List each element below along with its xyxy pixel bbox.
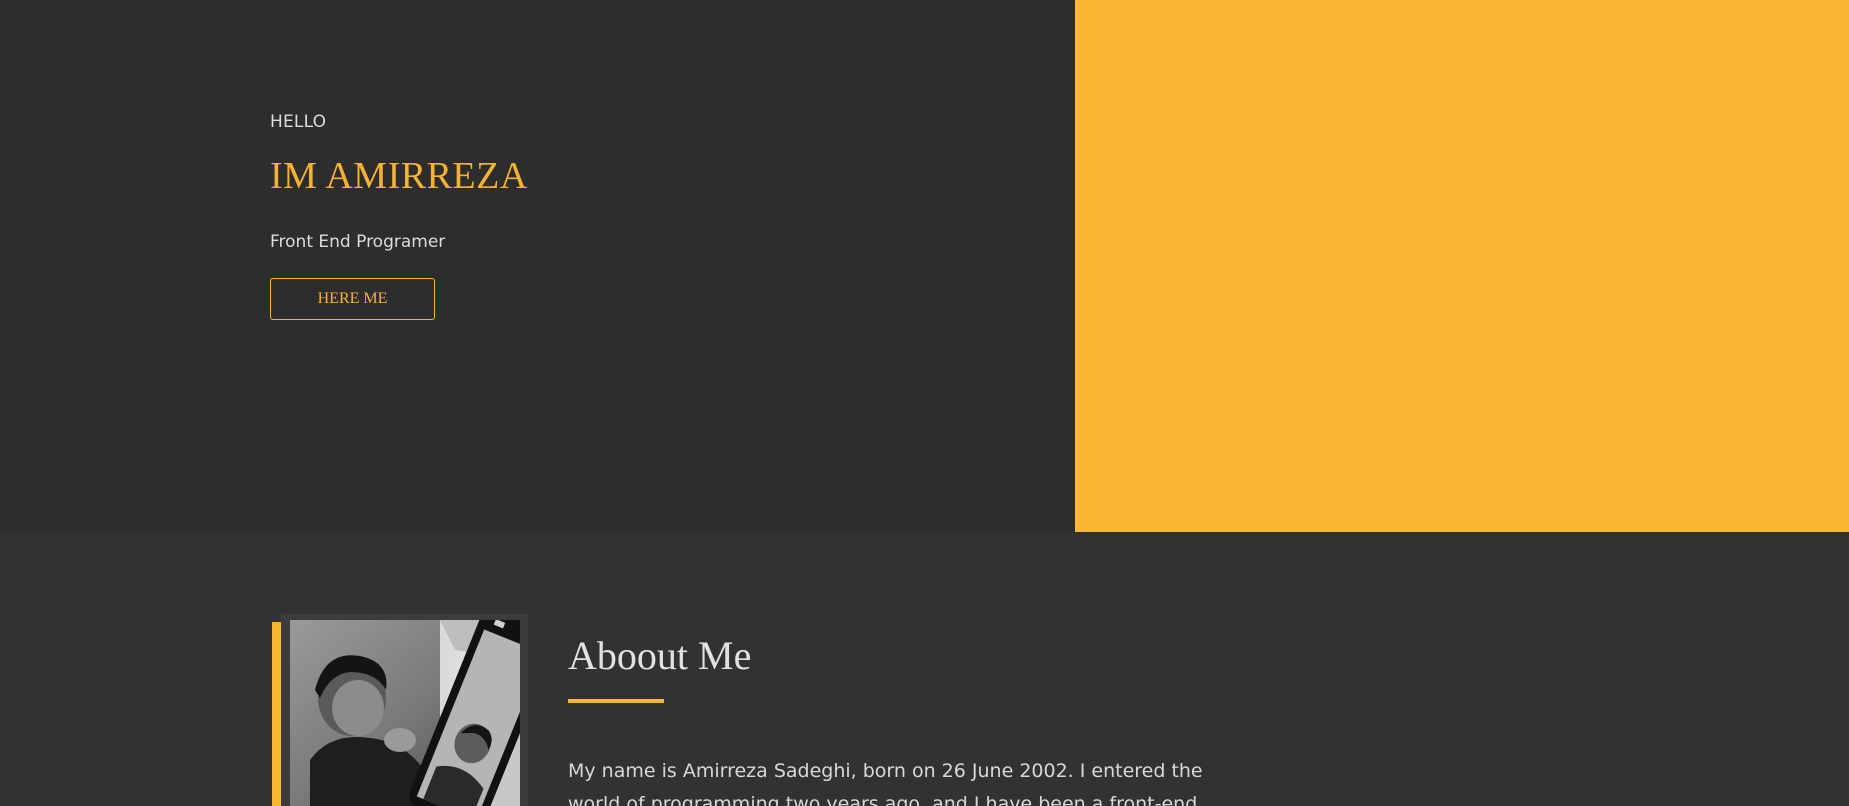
about-text: Aboout Me My name is Amirreza Sadeghi, b… <box>568 632 1228 806</box>
hero-name: IM AMIRREZA <box>270 155 528 197</box>
profile-photo <box>290 620 520 806</box>
hero-content: HELLO IM AMIRREZA Front End Programer HE… <box>270 112 528 320</box>
hero-greeting: HELLO <box>270 112 327 132</box>
about-title: Aboout Me <box>568 633 752 678</box>
about-body: My name is Amirreza Sadeghi, born on 26 … <box>568 760 1203 806</box>
photo-accent-bar <box>272 622 281 806</box>
profile-photo-image <box>290 620 520 806</box>
hero-accent-panel <box>1075 0 1849 532</box>
about-title-underline <box>568 699 664 703</box>
hero-role: Front End Programer <box>270 232 446 252</box>
about-section: Aboout Me My name is Amirreza Sadeghi, b… <box>0 532 1849 806</box>
hero-section: HELLO IM AMIRREZA Front End Programer HE… <box>0 0 1849 532</box>
hire-me-button[interactable]: HERE ME <box>270 278 435 320</box>
